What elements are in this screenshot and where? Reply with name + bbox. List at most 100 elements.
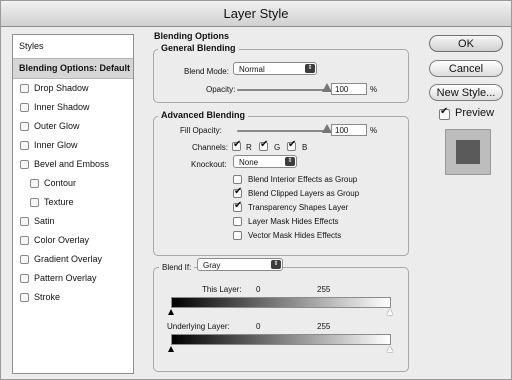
- opacity-label: Opacity:: [206, 85, 236, 94]
- blend-if-label: Blend If:: [159, 263, 195, 272]
- advanced-option-checkbox[interactable]: [233, 231, 242, 240]
- advanced-option-row[interactable]: Blend Clipped Layers as Group: [233, 186, 360, 198]
- style-checkbox[interactable]: [20, 141, 29, 150]
- preview-swatch: [456, 140, 480, 164]
- knockout-value: None: [239, 158, 259, 167]
- fill-opacity-label: Fill Opacity:: [180, 126, 222, 135]
- underlying-layer-high: 255: [317, 322, 331, 331]
- knockout-label: Knockout:: [191, 160, 227, 169]
- sidebar-item-label: Outer Glow: [34, 121, 80, 131]
- style-checkbox[interactable]: [20, 103, 29, 112]
- advanced-option-checkbox[interactable]: [233, 186, 242, 198]
- opacity-slider[interactable]: [237, 89, 327, 91]
- this-layer-low: 0: [256, 285, 261, 294]
- sidebar-item-color-overlay[interactable]: Color Overlay: [13, 231, 133, 250]
- preview-swatch-frame: [445, 129, 491, 175]
- style-checkbox[interactable]: [20, 236, 29, 245]
- layer-style-dialog: Layer Style Styles Blending Options: Def…: [0, 0, 512, 380]
- sidebar-item-label: Texture: [44, 197, 74, 207]
- this-layer-label: This Layer:: [202, 285, 242, 294]
- sidebar-item-label: Gradient Overlay: [34, 254, 103, 264]
- this-layer-black-handle[interactable]: [168, 309, 174, 315]
- sidebar-item-label: Bevel and Emboss: [34, 159, 110, 169]
- channel-r-checkbox[interactable]: [232, 139, 241, 151]
- underlying-layer-white-handle[interactable]: [387, 346, 393, 352]
- advanced-option-checkbox[interactable]: [233, 175, 242, 184]
- channels-label: Channels:: [192, 143, 229, 152]
- sidebar-item-label: Color Overlay: [34, 235, 90, 245]
- advanced-option-row[interactable]: Vector Mask Hides Effects: [233, 231, 341, 240]
- style-checkbox[interactable]: [20, 293, 29, 302]
- this-layer-gradient[interactable]: [171, 297, 391, 308]
- styles-panel: Styles Blending Options: Default Drop Sh…: [12, 34, 134, 374]
- sidebar-item-satin[interactable]: Satin: [13, 212, 133, 231]
- styles-list: Drop Shadow Inner Shadow Outer Glow Inner G…: [13, 79, 133, 307]
- new-style-button[interactable]: New Style...: [429, 84, 503, 101]
- opacity-input[interactable]: 100: [331, 83, 367, 95]
- sidebar-item-gradient-overlay[interactable]: Gradient Overlay: [13, 250, 133, 269]
- sidebar-item-label: Satin: [34, 216, 55, 226]
- underlying-layer-low: 0: [256, 322, 261, 331]
- advanced-option-row[interactable]: Layer Mask Hides Effects: [233, 217, 339, 226]
- channel-g-checkbox[interactable]: [259, 139, 268, 151]
- blend-mode-label: Blend Mode:: [184, 67, 229, 76]
- blend-mode-select[interactable]: Normal ⇕: [233, 62, 317, 75]
- updown-arrow-icon: ⇕: [271, 260, 281, 269]
- advanced-option-label: Vector Mask Hides Effects: [248, 231, 342, 240]
- underlying-layer-gradient[interactable]: [171, 334, 391, 345]
- advanced-option-checkbox[interactable]: [233, 200, 242, 212]
- underlying-layer-label: Underlying Layer:: [167, 322, 230, 331]
- style-checkbox[interactable]: [20, 160, 29, 169]
- style-checkbox[interactable]: [20, 122, 29, 131]
- blend-if-select[interactable]: Gray ⇕: [197, 258, 283, 271]
- sidebar-item-pattern-overlay[interactable]: Pattern Overlay: [13, 269, 133, 288]
- sidebar-item-inner-glow[interactable]: Inner Glow: [13, 136, 133, 155]
- preview-label: Preview: [455, 107, 495, 119]
- channel-g-label: G: [274, 143, 281, 152]
- style-checkbox[interactable]: [20, 84, 29, 93]
- styles-header[interactable]: Styles: [13, 35, 133, 59]
- advanced-option-checkbox[interactable]: [233, 217, 242, 226]
- channel-b-label: B: [302, 143, 308, 152]
- general-blending-group: [153, 49, 409, 103]
- fill-opacity-slider[interactable]: [237, 130, 327, 132]
- this-layer-white-handle[interactable]: [387, 309, 393, 315]
- advanced-option-label: Blend Clipped Layers as Group: [248, 189, 360, 198]
- opacity-percent: %: [370, 85, 378, 94]
- sidebar-item-inner-shadow[interactable]: Inner Shadow: [13, 98, 133, 117]
- sidebar-item-outer-glow[interactable]: Outer Glow: [13, 117, 133, 136]
- channel-b-checkbox[interactable]: [287, 139, 296, 151]
- ok-button[interactable]: OK: [429, 35, 503, 52]
- advanced-option-row[interactable]: Transparency Shapes Layer: [233, 200, 349, 212]
- sidebar-item-label: Inner Glow: [34, 140, 78, 150]
- underlying-layer-black-handle[interactable]: [168, 346, 174, 352]
- style-checkbox[interactable]: [20, 274, 29, 283]
- sidebar-item-label: Stroke: [34, 292, 61, 302]
- sidebar-item-drop-shadow[interactable]: Drop Shadow: [13, 79, 133, 98]
- updown-arrow-icon: ⇕: [305, 64, 315, 73]
- fill-opacity-percent: %: [370, 126, 378, 135]
- blend-mode-value: Normal: [239, 65, 265, 74]
- advanced-option-row[interactable]: Blend Interior Effects as Group: [233, 175, 357, 184]
- sidebar-item-label: Pattern Overlay: [34, 273, 97, 283]
- style-checkbox[interactable]: [20, 217, 29, 226]
- blending-options-title: Blending Options: [151, 31, 232, 41]
- sidebar-item-label: Drop Shadow: [34, 83, 89, 93]
- style-checkbox[interactable]: [20, 255, 29, 264]
- advanced-option-label: Transparency Shapes Layer: [248, 203, 349, 212]
- sidebar-item-texture[interactable]: Texture: [13, 193, 133, 212]
- sidebar-item-bevel-and-emboss[interactable]: Bevel and Emboss: [13, 155, 133, 174]
- blend-if-value: Gray: [203, 261, 221, 270]
- fill-opacity-input[interactable]: 100: [331, 124, 367, 136]
- sidebar-item-blending-options[interactable]: Blending Options: Default: [13, 59, 133, 79]
- preview-checkbox[interactable]: [439, 106, 450, 120]
- knockout-select[interactable]: None ⇕: [233, 155, 297, 168]
- style-checkbox[interactable]: [30, 198, 39, 207]
- advanced-option-label: Layer Mask Hides Effects: [248, 217, 339, 226]
- cancel-button[interactable]: Cancel: [429, 60, 503, 77]
- updown-arrow-icon: ⇕: [285, 157, 295, 166]
- sidebar-item-contour[interactable]: Contour: [13, 174, 133, 193]
- style-checkbox[interactable]: [30, 179, 39, 188]
- sidebar-item-stroke[interactable]: Stroke: [13, 288, 133, 307]
- blend-if-group: [153, 267, 409, 372]
